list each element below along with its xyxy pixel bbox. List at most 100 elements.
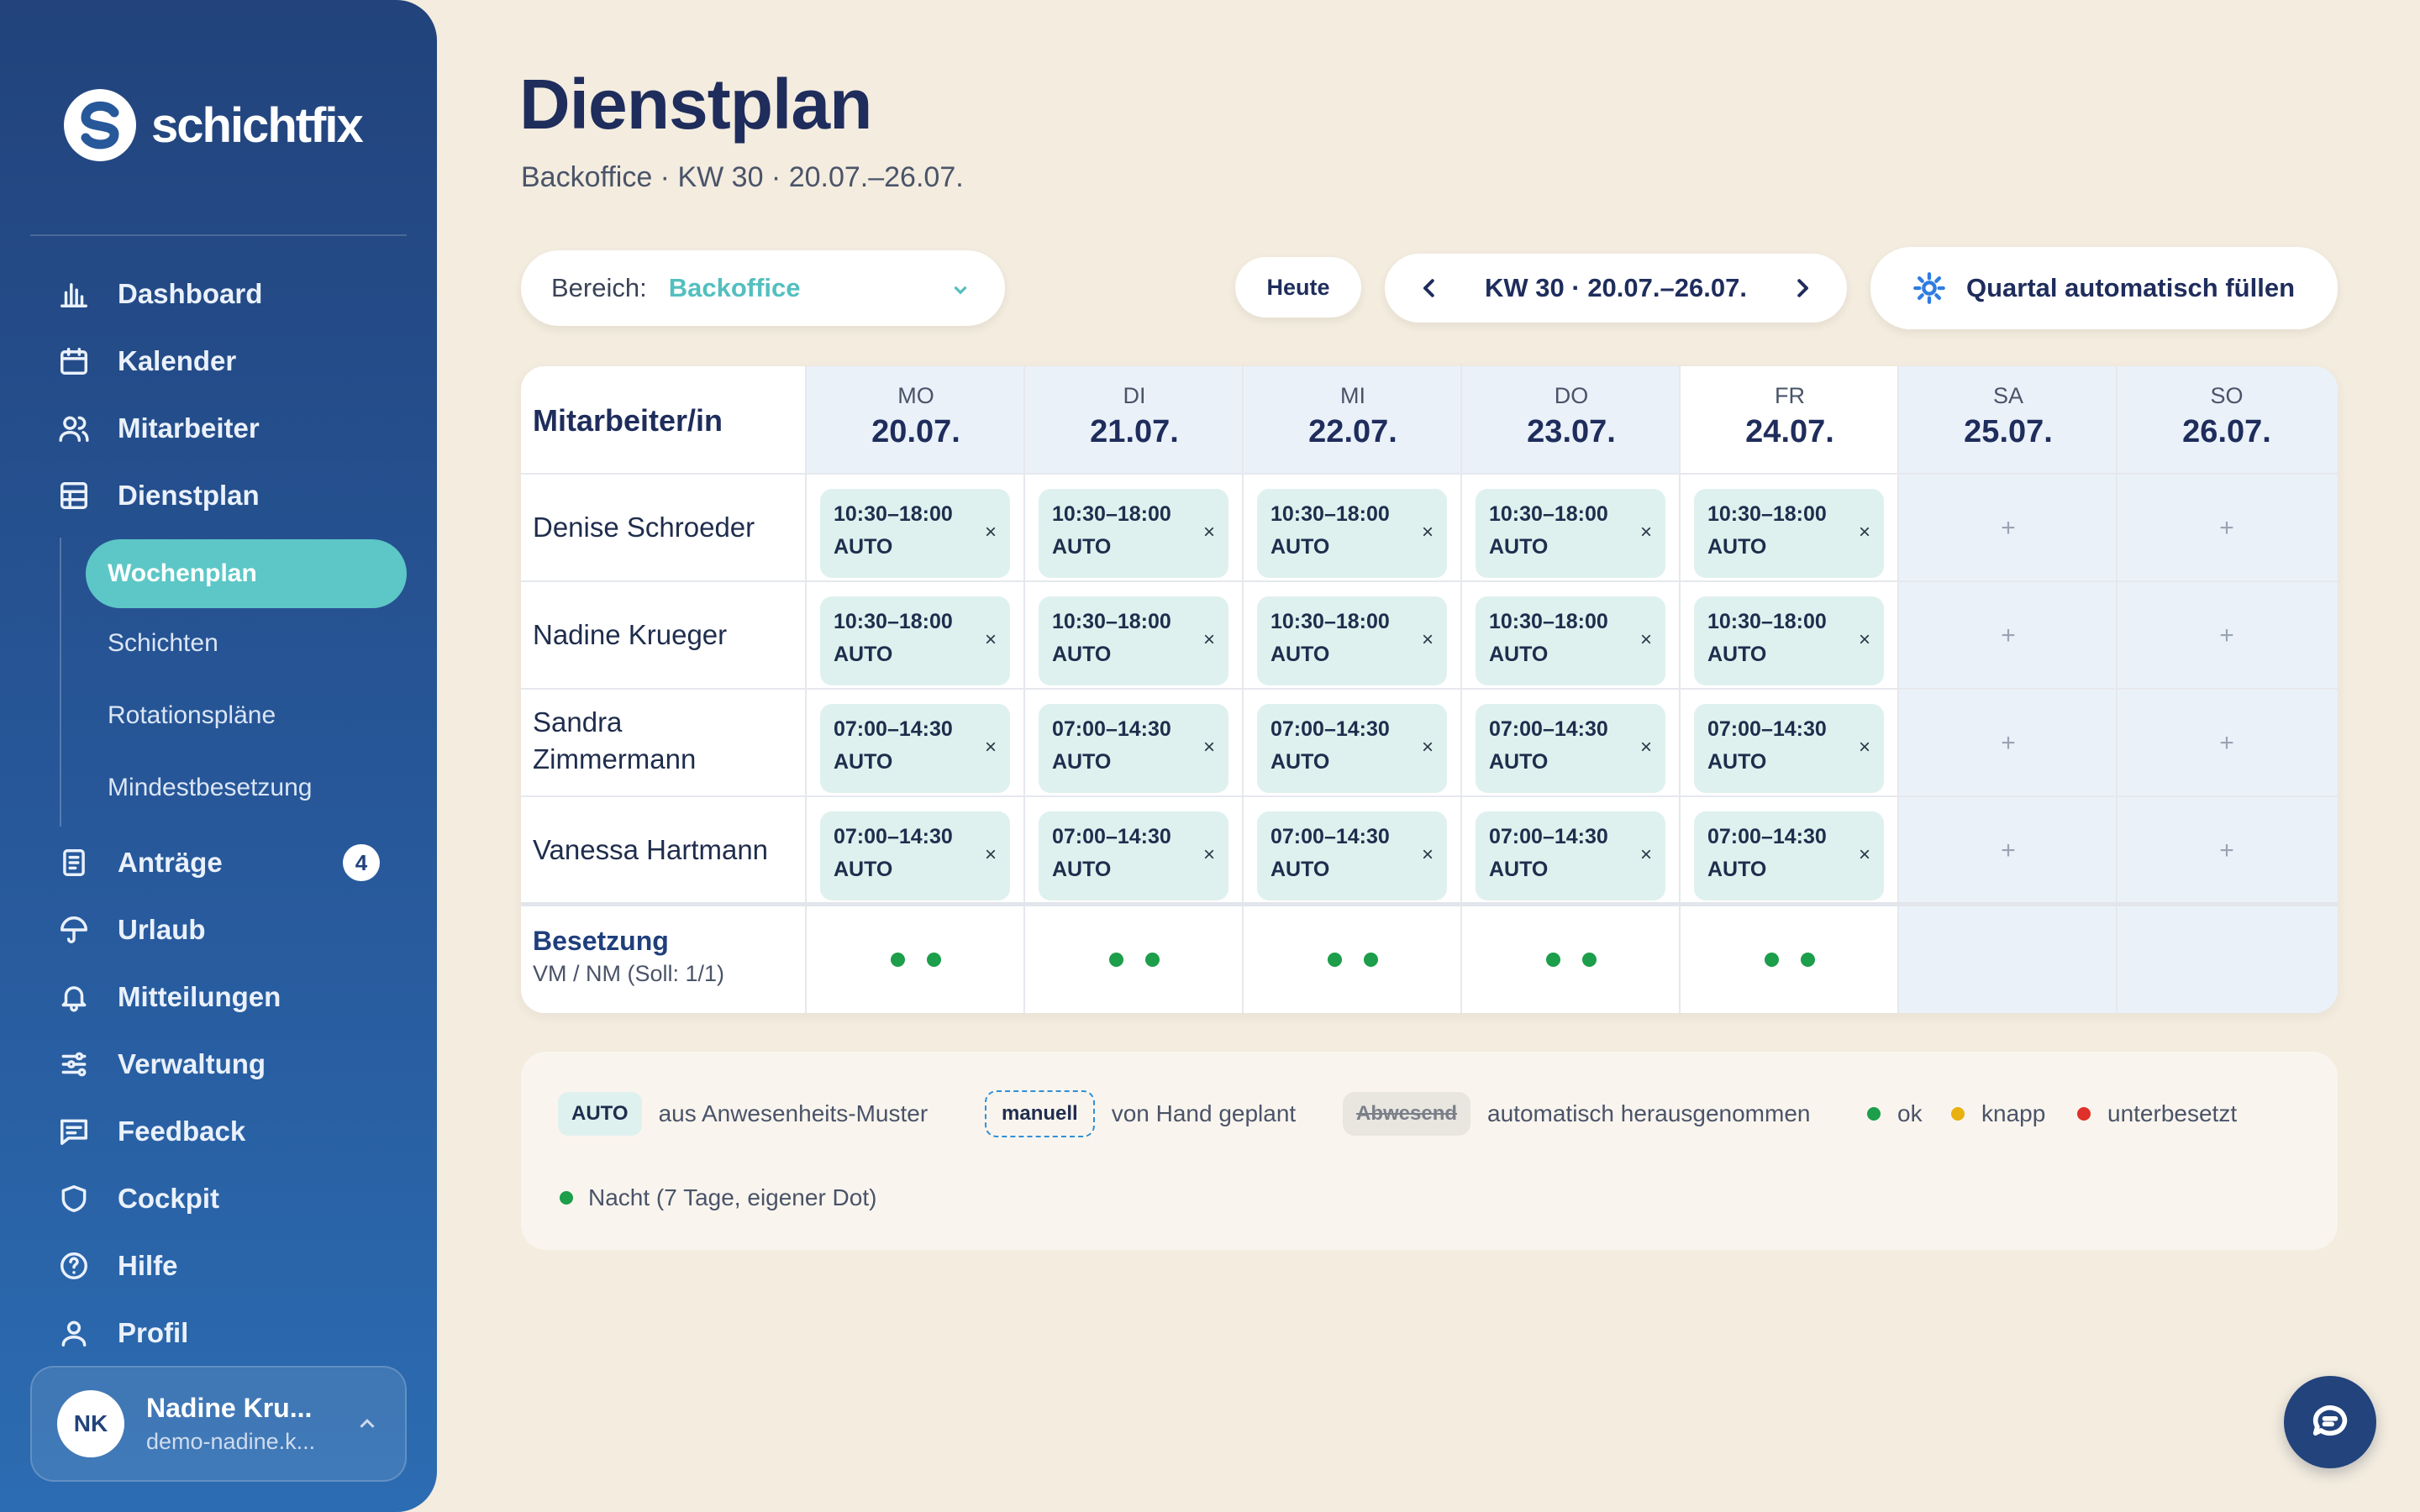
- add-shift-icon[interactable]: +: [1996, 731, 2021, 756]
- shift-chip[interactable]: 07:00–14:30 AUTO ×: [1257, 704, 1447, 793]
- nav-item-urlaub[interactable]: Urlaub: [57, 905, 206, 955]
- absent-tag-sample: Abwesend: [1343, 1092, 1471, 1136]
- coverage-dot: [1145, 953, 1160, 967]
- sub-item-schichten[interactable]: Schichten: [86, 609, 407, 678]
- sub-item-mindestbesetzung[interactable]: Mindestbesetzung: [86, 753, 407, 822]
- sub-item-wochenplan[interactable]: Wochenplan: [86, 539, 407, 608]
- shift-chip[interactable]: 07:00–14:30 AUTO ×: [1694, 704, 1884, 793]
- remove-icon[interactable]: ×: [1859, 521, 1870, 544]
- shift-chip[interactable]: 10:30–18:00 AUTO ×: [1694, 596, 1884, 685]
- shift-chip[interactable]: 10:30–18:00 AUTO ×: [1476, 489, 1665, 578]
- area-value: Backoffice: [668, 273, 801, 302]
- remove-icon[interactable]: ×: [1203, 628, 1215, 652]
- remove-icon[interactable]: ×: [1640, 521, 1652, 544]
- shift-chip[interactable]: 07:00–14:30 AUTO ×: [1694, 811, 1884, 900]
- remove-icon[interactable]: ×: [1859, 736, 1870, 759]
- remove-icon[interactable]: ×: [1203, 843, 1215, 867]
- table-grid-icon: [57, 479, 91, 512]
- remove-icon[interactable]: ×: [985, 521, 997, 544]
- day-header-mo: MO 20.07.: [871, 383, 960, 449]
- user-menu[interactable]: NK Nadine Kru... demo-nadine.k...: [30, 1366, 407, 1482]
- remove-icon[interactable]: ×: [1640, 736, 1652, 759]
- shift-chip[interactable]: 10:30–18:00 AUTO ×: [1039, 596, 1228, 685]
- remove-icon[interactable]: ×: [1859, 843, 1870, 867]
- coverage-dot: [1801, 953, 1815, 967]
- nav-item-hilfe[interactable]: Hilfe: [57, 1241, 178, 1291]
- chat-icon: [2308, 1399, 2352, 1446]
- fill-quarter-button[interactable]: Quartal automatisch füllen: [1870, 247, 2338, 329]
- remove-icon[interactable]: ×: [1203, 521, 1215, 544]
- shift-chip[interactable]: 10:30–18:00 AUTO ×: [820, 489, 1010, 578]
- remove-icon[interactable]: ×: [1422, 521, 1434, 544]
- shift-chip[interactable]: 10:30–18:00 AUTO ×: [1039, 489, 1228, 578]
- sub-item-rotationsplaene[interactable]: Rotationspläne: [86, 681, 407, 750]
- page-title: Dienstplan: [519, 65, 872, 144]
- legend-manual: manuell von Hand geplant: [985, 1090, 1296, 1137]
- remove-icon[interactable]: ×: [1422, 736, 1434, 759]
- shift-chip[interactable]: 07:00–14:30 AUTO ×: [1039, 704, 1228, 793]
- remove-icon[interactable]: ×: [1640, 843, 1652, 867]
- coverage-title: Besetzung: [533, 926, 669, 956]
- shift-chip[interactable]: 10:30–18:00 AUTO ×: [1257, 489, 1447, 578]
- nav-item-profil[interactable]: Profil: [57, 1308, 188, 1358]
- coverage-dot: [1364, 953, 1378, 967]
- add-shift-icon[interactable]: +: [2214, 838, 2239, 864]
- area-select[interactable]: Bereich: Backoffice: [521, 250, 1005, 326]
- app-logo[interactable]: schichtfix: [64, 89, 364, 161]
- nav-item-dienstplan[interactable]: Dienstplan: [57, 470, 260, 521]
- shift-chip[interactable]: 10:30–18:00 AUTO ×: [820, 596, 1010, 685]
- shift-chip[interactable]: 07:00–14:30 AUTO ×: [820, 704, 1010, 793]
- nav-item-mitarbeiter[interactable]: Mitarbeiter: [57, 403, 260, 454]
- grid-line: [805, 366, 807, 1013]
- avatar: NK: [57, 1390, 124, 1457]
- sidebar: schichtfix Dashboard Kalender Mitarbeite…: [0, 0, 437, 1512]
- employee-column-header: Mitarbeiter/in: [533, 403, 723, 438]
- nav-label: Urlaub: [118, 914, 206, 945]
- nav-item-antraege[interactable]: Anträge: [57, 837, 223, 888]
- coverage-dot: [891, 953, 905, 967]
- next-week-icon[interactable]: [1790, 276, 1815, 301]
- legend-text: aus Anwesenheits-Muster: [658, 1100, 929, 1126]
- umbrella-icon: [57, 913, 91, 947]
- grid-line: [521, 795, 2338, 797]
- shift-chip[interactable]: 07:00–14:30 AUTO ×: [1257, 811, 1447, 900]
- add-shift-icon[interactable]: +: [1996, 838, 2021, 864]
- remove-icon[interactable]: ×: [1422, 843, 1434, 867]
- auto-tag-sample: AUTO: [558, 1092, 642, 1136]
- add-shift-icon[interactable]: +: [1996, 516, 2021, 541]
- remove-icon[interactable]: ×: [1422, 628, 1434, 652]
- day-header-di: DI 21.07.: [1090, 383, 1179, 449]
- remove-icon[interactable]: ×: [1640, 628, 1652, 652]
- chat-button[interactable]: [2284, 1376, 2376, 1468]
- nav-item-dashboard[interactable]: Dashboard: [57, 269, 262, 319]
- legend-auto: AUTO aus Anwesenheits-Muster: [558, 1092, 928, 1136]
- remove-icon[interactable]: ×: [1203, 736, 1215, 759]
- nav-item-mitteilungen[interactable]: Mitteilungen: [57, 972, 281, 1022]
- legend-text: knapp: [1981, 1100, 2046, 1126]
- nav-item-kalender[interactable]: Kalender: [57, 336, 236, 386]
- calendar-icon: [57, 344, 91, 378]
- remove-icon[interactable]: ×: [985, 736, 997, 759]
- nav-item-cockpit[interactable]: Cockpit: [57, 1173, 219, 1224]
- shift-chip[interactable]: 07:00–14:30 AUTO ×: [1039, 811, 1228, 900]
- shift-chip[interactable]: 07:00–14:30 AUTO ×: [820, 811, 1010, 900]
- add-shift-icon[interactable]: +: [2214, 516, 2239, 541]
- nav-item-feedback[interactable]: Feedback: [57, 1106, 245, 1157]
- nav-label: Mitarbeiter: [118, 412, 260, 444]
- shift-chip[interactable]: 10:30–18:00 AUTO ×: [1257, 596, 1447, 685]
- remove-icon[interactable]: ×: [985, 843, 997, 867]
- today-button[interactable]: Heute: [1235, 257, 1361, 318]
- employee-name: Nadine Krueger: [533, 619, 728, 650]
- shift-chip[interactable]: 10:30–18:00 AUTO ×: [1476, 596, 1665, 685]
- nav-item-verwaltung[interactable]: Verwaltung: [57, 1039, 266, 1089]
- remove-icon[interactable]: ×: [985, 628, 997, 652]
- shift-chip[interactable]: 07:00–14:30 AUTO ×: [1476, 811, 1665, 900]
- coverage-dot: [1109, 953, 1123, 967]
- add-shift-icon[interactable]: +: [2214, 623, 2239, 648]
- shift-chip[interactable]: 07:00–14:30 AUTO ×: [1476, 704, 1665, 793]
- add-shift-icon[interactable]: +: [1996, 623, 2021, 648]
- shift-chip[interactable]: 10:30–18:00 AUTO ×: [1694, 489, 1884, 578]
- remove-icon[interactable]: ×: [1859, 628, 1870, 652]
- add-shift-icon[interactable]: +: [2214, 731, 2239, 756]
- prev-week-icon[interactable]: [1417, 276, 1442, 301]
